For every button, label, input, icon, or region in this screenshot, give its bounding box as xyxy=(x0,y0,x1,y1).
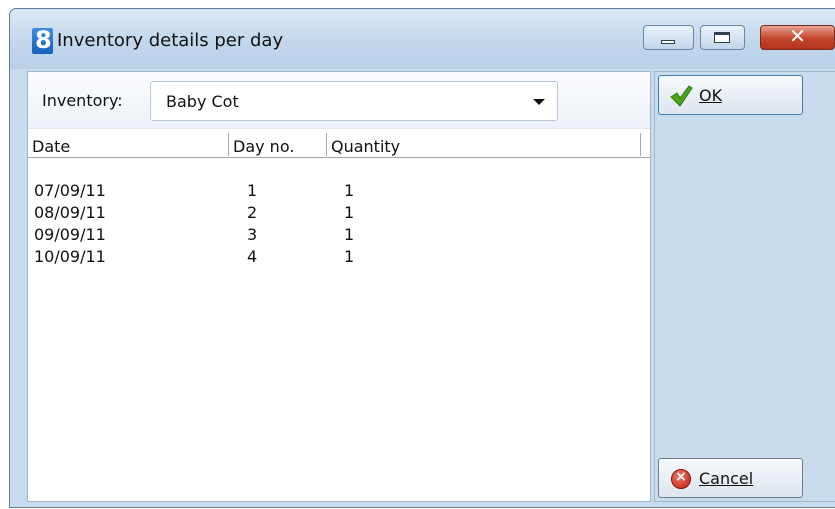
cell-date: 10/09/11 xyxy=(34,247,106,266)
minimize-button[interactable] xyxy=(643,25,694,50)
cell-date: 09/09/11 xyxy=(34,225,106,244)
cell-date: 08/09/11 xyxy=(34,203,106,222)
dialog-window: 8 Inventory details per day ✕ Inventory:… xyxy=(9,8,835,508)
checkmark-icon xyxy=(670,85,693,107)
cell-quantity: 1 xyxy=(344,181,355,200)
close-icon: ✕ xyxy=(789,24,806,48)
title-bar[interactable]: 8 Inventory details per day ✕ xyxy=(10,9,835,69)
cell-day-no: 1 xyxy=(247,181,258,200)
table-row[interactable]: 09/09/11 3 1 xyxy=(28,225,650,247)
table-row[interactable]: 07/09/11 1 1 xyxy=(28,181,650,203)
cell-date: 07/09/11 xyxy=(34,181,106,200)
grid-header: Date Day no. Quantity xyxy=(28,133,650,158)
column-divider[interactable] xyxy=(228,133,229,156)
cell-quantity: 1 xyxy=(344,247,355,266)
table-row[interactable]: 08/09/11 2 1 xyxy=(28,203,650,225)
column-divider[interactable] xyxy=(640,133,641,156)
column-header-day-no[interactable]: Day no. xyxy=(233,137,294,156)
button-panel: OK × Cancel xyxy=(654,71,835,502)
dropdown-arrow-icon[interactable] xyxy=(533,99,545,105)
minimize-icon xyxy=(661,40,675,44)
maximize-icon xyxy=(714,32,730,43)
column-header-quantity[interactable]: Quantity xyxy=(331,137,400,156)
app-icon: 8 xyxy=(32,26,53,54)
ok-button-label: OK xyxy=(699,86,723,105)
cancel-button-label: Cancel xyxy=(699,469,754,488)
cell-day-no: 3 xyxy=(247,225,258,244)
inventory-label: Inventory: xyxy=(42,91,123,110)
maximize-button[interactable] xyxy=(700,25,745,50)
window-title: Inventory details per day xyxy=(57,30,284,51)
inventory-selector-bar: Inventory: Baby Cot xyxy=(28,72,650,129)
inventory-dropdown[interactable]: Baby Cot xyxy=(150,81,558,121)
inventory-selected-value: Baby Cot xyxy=(166,92,239,111)
cell-quantity: 1 xyxy=(344,225,355,244)
table-row[interactable]: 10/09/11 4 1 xyxy=(28,247,650,269)
column-divider[interactable] xyxy=(326,133,327,156)
column-header-date[interactable]: Date xyxy=(32,137,70,156)
cell-day-no: 4 xyxy=(247,247,258,266)
ok-button[interactable]: OK xyxy=(658,75,803,115)
close-button[interactable]: ✕ xyxy=(760,24,835,50)
cancel-button[interactable]: × Cancel xyxy=(658,458,803,498)
cancel-icon: × xyxy=(671,469,691,489)
cell-day-no: 2 xyxy=(247,203,258,222)
cell-quantity: 1 xyxy=(344,203,355,222)
inventory-panel: Inventory: Baby Cot Date Day no. Quantit… xyxy=(27,71,651,502)
